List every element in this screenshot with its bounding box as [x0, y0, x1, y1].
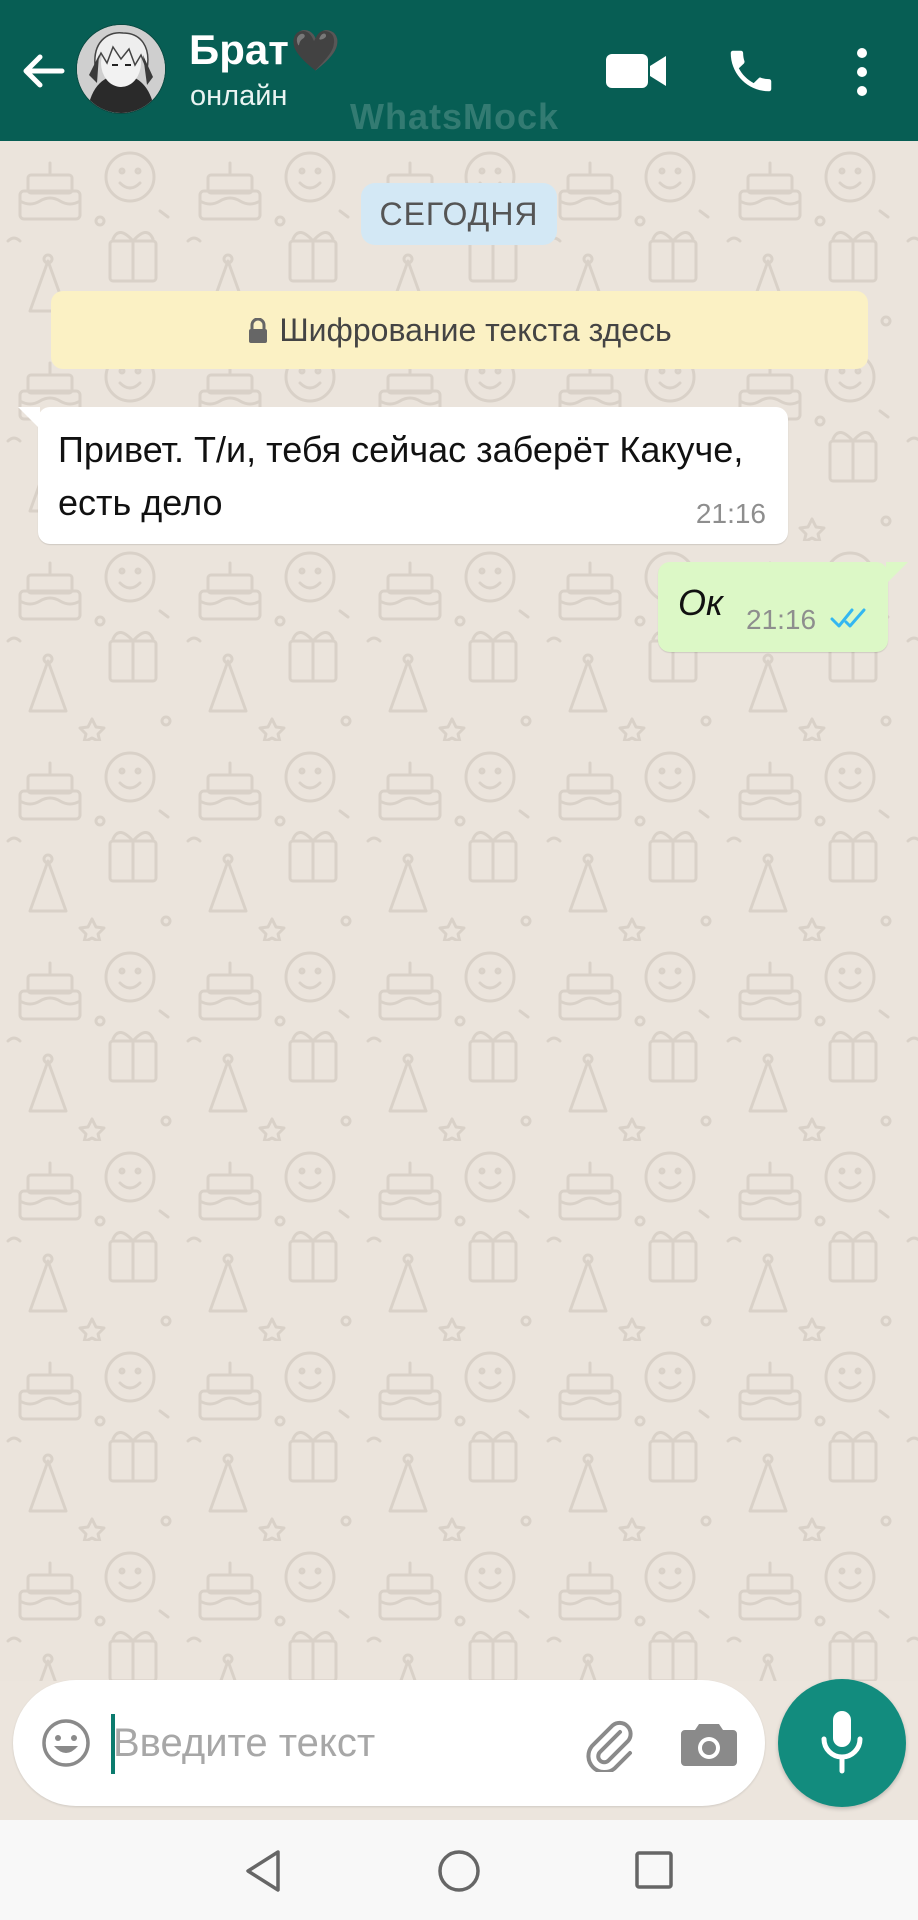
chat-header: Брат🖤 онлайн WhatsMock — [0, 0, 918, 141]
contact-status: онлайн — [190, 80, 288, 112]
system-navigation-bar — [0, 1820, 918, 1920]
outgoing-message[interactable]: Ок 21:16 — [658, 562, 908, 652]
bubble-tail — [886, 562, 908, 584]
bubble-tail — [18, 407, 40, 429]
watermark: WhatsMock — [350, 96, 560, 137]
microphone-icon — [821, 1711, 863, 1774]
read-double-tick-icon — [830, 608, 866, 628]
encryption-notice-text: Шифрование текста здесь — [279, 312, 672, 348]
nav-recents-icon[interactable] — [634, 1850, 674, 1890]
message-text: Привет. Т/и, тебя сейчас заберёт Какуче,… — [58, 429, 744, 523]
message-time: 21:16 — [746, 604, 817, 635]
nav-home-icon[interactable] — [436, 1848, 482, 1894]
video-call-icon[interactable] — [604, 46, 668, 96]
message-input[interactable] — [113, 1708, 553, 1778]
emoji-icon[interactable] — [41, 1718, 91, 1768]
voice-record-button[interactable] — [778, 1679, 906, 1807]
contact-name[interactable]: Брат🖤 — [189, 26, 341, 74]
nav-back-icon[interactable] — [242, 1848, 284, 1894]
incoming-message[interactable]: Привет. Т/и, тебя сейчас заберёт Какуче,… — [18, 407, 788, 544]
message-time: 21:16 — [695, 498, 766, 529]
lock-icon — [249, 318, 268, 343]
more-vert-icon[interactable] — [852, 44, 872, 100]
encryption-notice[interactable]: Шифрование текста здесь — [51, 291, 868, 369]
attach-paperclip-icon[interactable] — [580, 1714, 638, 1772]
message-text: Ок — [678, 582, 723, 623]
date-separator: СЕГОДНЯ — [361, 183, 557, 245]
message-composer — [13, 1680, 765, 1806]
black-heart-emoji: 🖤 — [290, 29, 341, 73]
avatar[interactable] — [76, 24, 166, 114]
camera-icon[interactable] — [681, 1718, 737, 1766]
back-arrow-icon[interactable] — [18, 46, 68, 96]
doodle-wallpaper — [0, 141, 918, 1681]
phone-icon[interactable] — [724, 44, 778, 98]
chat-area[interactable]: СЕГОДНЯ Шифрование текста здесь Привет. … — [0, 141, 918, 1681]
